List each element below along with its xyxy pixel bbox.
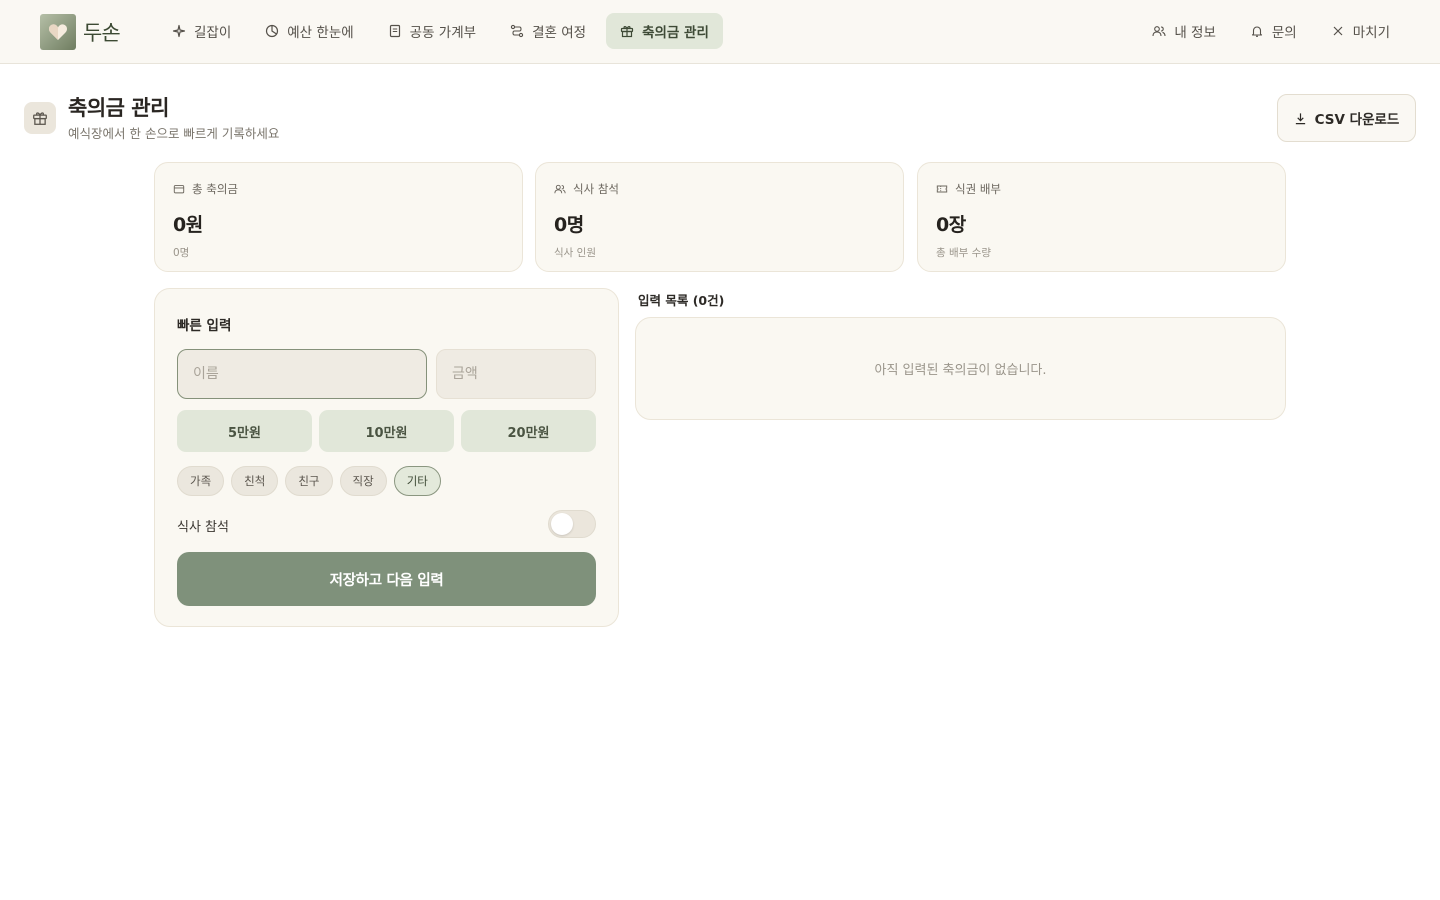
- users-icon: [1152, 26, 1166, 37]
- category-chip-relatives[interactable]: 친척: [231, 466, 279, 496]
- page-title: 축의금 관리: [68, 96, 169, 120]
- category-chip-friends[interactable]: 친구: [285, 466, 333, 496]
- util-label: 마치기: [1352, 25, 1390, 41]
- meal-attendance-label: 식사 참석: [177, 520, 229, 535]
- meal-attendance-toggle[interactable]: [548, 510, 596, 538]
- stat-value: 0원: [173, 214, 203, 236]
- nav-item-label: 축의금 관리: [642, 25, 709, 41]
- wallet-icon: [173, 185, 185, 194]
- logo-text: 두손: [83, 21, 121, 45]
- stat-card-total: 총 축의금 0원 0명: [154, 162, 523, 272]
- stat-value: 0장: [936, 214, 966, 236]
- app-logo[interactable]: 두손: [40, 14, 121, 50]
- amount-input[interactable]: [436, 349, 596, 399]
- pie-chart-icon: [266, 24, 279, 38]
- my-info-link[interactable]: 내 정보: [1138, 13, 1230, 49]
- nav-item-label: 결혼 여정: [532, 25, 587, 41]
- name-input[interactable]: [177, 349, 427, 399]
- quick-input-card: 빠른 입력 5만원 10만원 20만원 가족 친척 친구 직장 기타 식사 참석…: [154, 288, 619, 627]
- nav-item-label: 길잡이: [194, 25, 232, 41]
- save-and-next-button[interactable]: 저장하고 다음 입력: [177, 552, 596, 606]
- nav-item-guide[interactable]: 길잡이: [158, 13, 245, 49]
- stat-card-ticket: 식권 배부 0장 총 배부 수량: [917, 162, 1286, 272]
- download-icon: [1295, 112, 1305, 124]
- route-icon: [510, 24, 524, 38]
- stat-label: 총 축의금: [192, 182, 238, 196]
- entry-list: 아직 입력된 축의금이 없습니다.: [635, 317, 1286, 420]
- page-subtitle: 예식장에서 한 손으로 빠르게 기록하세요: [68, 126, 280, 141]
- util-label: 문의: [1271, 25, 1297, 41]
- category-chip-work[interactable]: 직장: [339, 466, 387, 496]
- amount-preset-200k-button[interactable]: 20만원: [461, 410, 596, 452]
- heart-logo-icon: [40, 14, 76, 50]
- finish-link[interactable]: 마치기: [1317, 13, 1404, 49]
- inquiry-link[interactable]: 문의: [1236, 13, 1311, 49]
- form-title: 빠른 입력: [177, 318, 232, 334]
- bell-icon: [1251, 26, 1262, 37]
- main-nav: 길잡이 예산 한눈에 공동 가계부 결혼 여정 축의금 관리: [158, 13, 723, 49]
- top-nav-bar: 두손 길잡이 예산 한눈에 공동 가계부 결혼 여정 축의금 관리 내 정보 문…: [0, 0, 1440, 64]
- gift-icon: [24, 102, 56, 134]
- utility-nav: 내 정보 문의 마치기: [1138, 13, 1404, 49]
- empty-state-text: 아직 입력된 축의금이 없습니다.: [874, 363, 1047, 378]
- amount-preset-100k-button[interactable]: 10만원: [319, 410, 454, 452]
- nav-item-label: 예산 한눈에: [287, 25, 354, 41]
- stat-card-meal: 식사 참석 0명 식사 인원: [535, 162, 904, 272]
- stat-sub: 식사 인원: [554, 247, 596, 259]
- nav-item-budget[interactable]: 예산 한눈에: [251, 13, 367, 49]
- toggle-knob: [551, 513, 573, 535]
- stat-label: 식권 배부: [955, 182, 1001, 196]
- stat-sub: 총 배부 수량: [936, 247, 991, 259]
- category-chip-family[interactable]: 가족: [177, 466, 225, 496]
- ticket-icon: [936, 185, 948, 193]
- entry-list-title: 입력 목록 (0건): [638, 293, 725, 308]
- amount-preset-50k-button[interactable]: 5만원: [177, 410, 312, 452]
- nav-item-gift-money[interactable]: 축의금 관리: [606, 13, 723, 49]
- category-chip-other[interactable]: 기타: [393, 466, 441, 496]
- util-label: 내 정보: [1174, 25, 1216, 41]
- category-chips: 가족 친척 친구 직장 기타: [177, 466, 441, 496]
- nav-item-journey[interactable]: 결혼 여정: [496, 13, 600, 49]
- sparkle-icon: [172, 24, 186, 38]
- stat-value: 0명: [554, 214, 584, 236]
- nav-item-label: 공동 가계부: [409, 25, 477, 41]
- users-icon: [554, 184, 566, 194]
- gift-icon: [620, 26, 634, 38]
- csv-download-button[interactable]: CSV 다운로드: [1277, 94, 1416, 142]
- close-icon: [1333, 26, 1343, 36]
- ledger-icon: [389, 24, 400, 38]
- nav-item-ledger[interactable]: 공동 가계부: [374, 13, 490, 49]
- stat-sub: 0명: [173, 247, 190, 259]
- csv-download-label: CSV 다운로드: [1314, 112, 1400, 128]
- stat-label: 식사 참석: [573, 182, 619, 196]
